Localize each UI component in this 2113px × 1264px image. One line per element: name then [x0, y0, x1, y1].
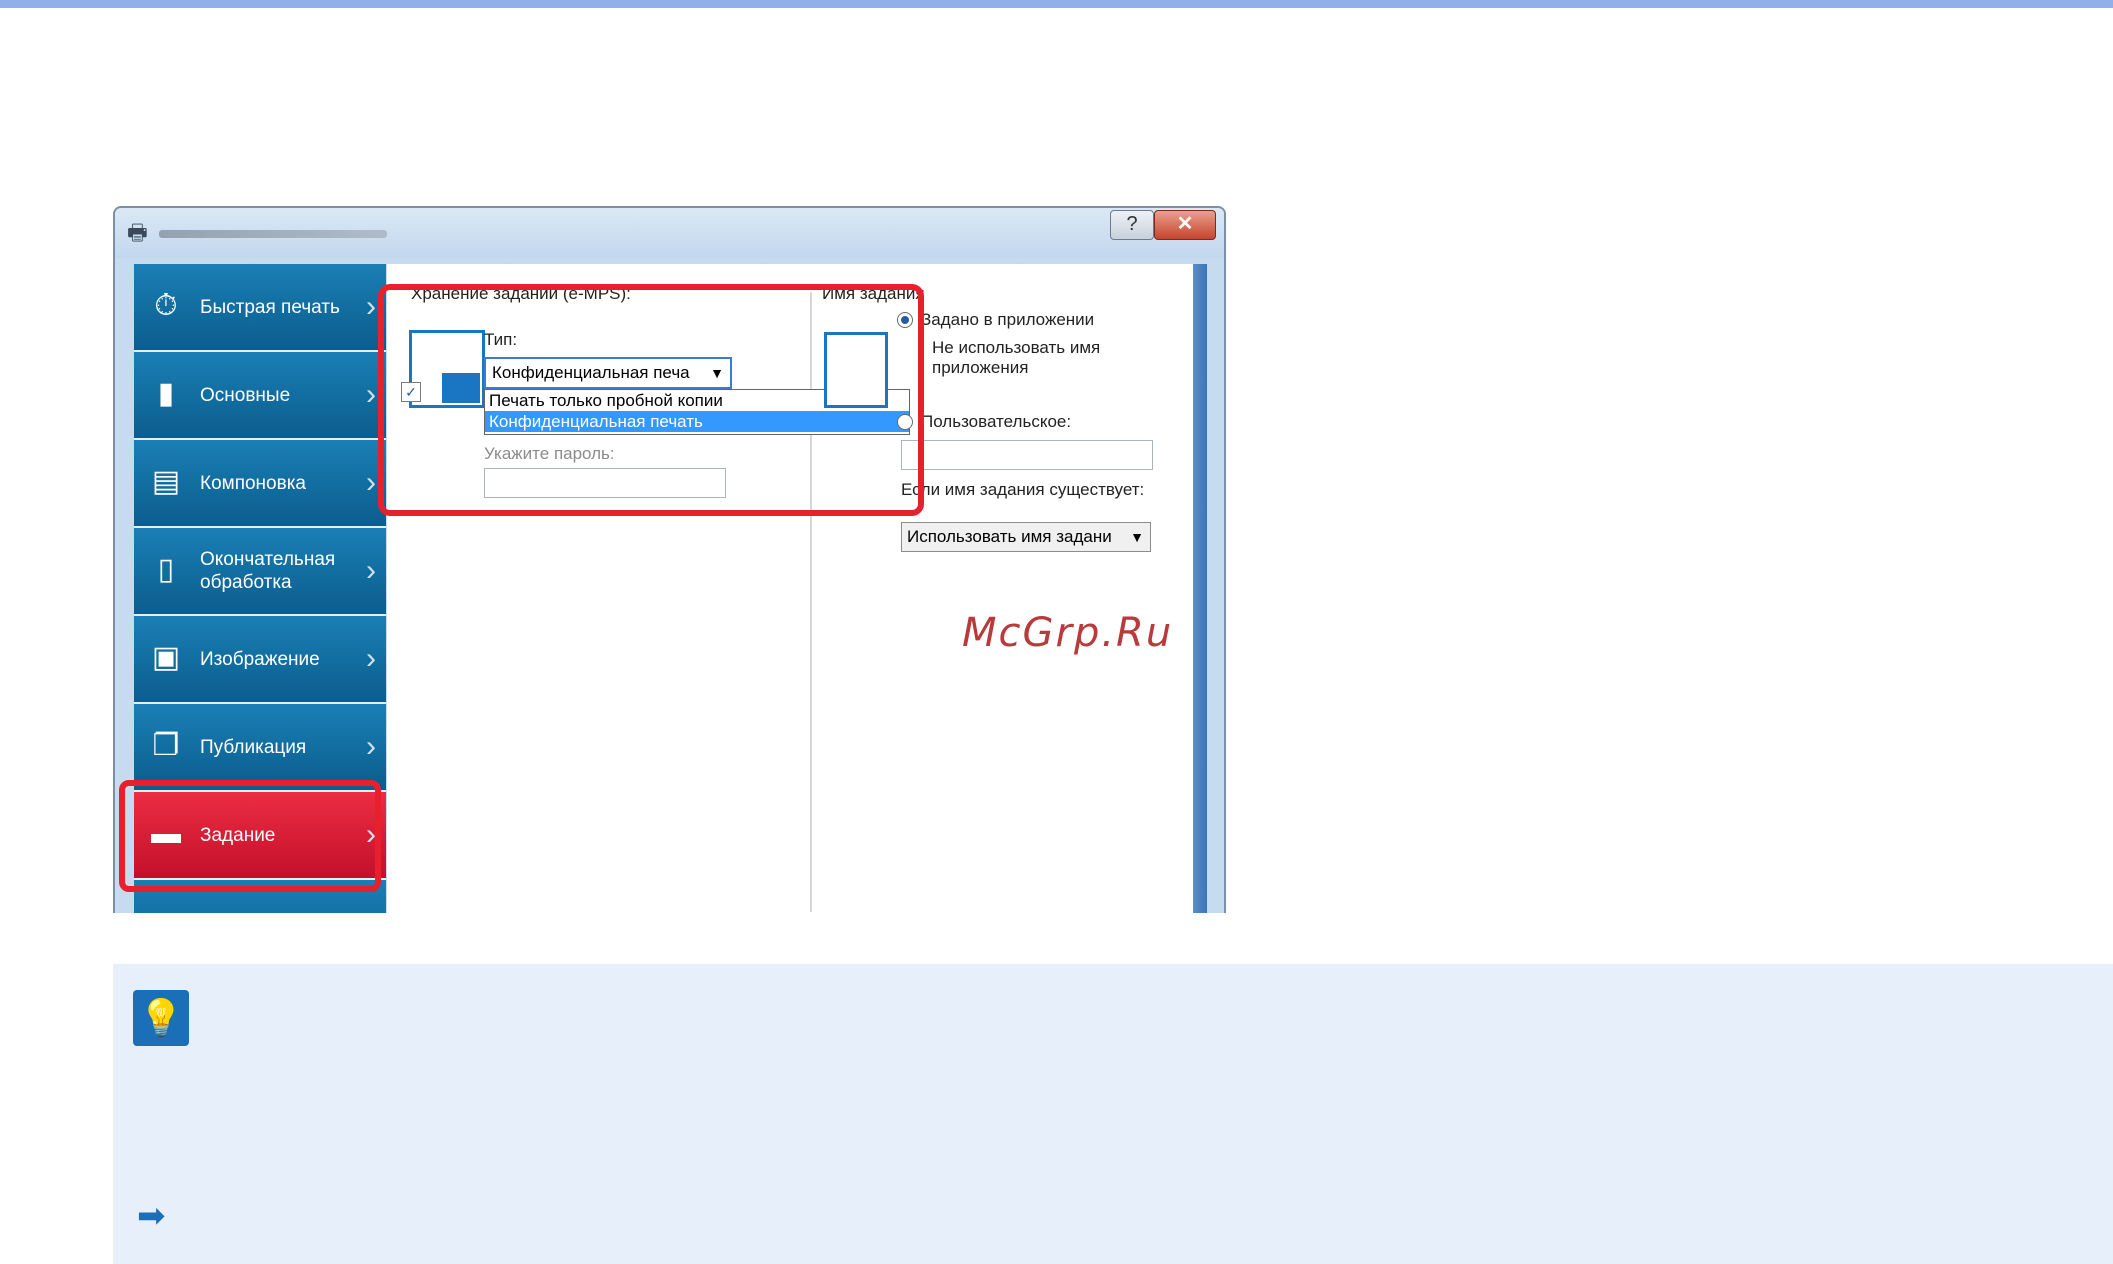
chevron-right-icon: ›: [366, 378, 376, 411]
window-titlebar: 🖶 ? ✕: [115, 208, 1224, 258]
custom-name-input[interactable]: [901, 440, 1153, 470]
radio-custom-name-label: Пользовательское:: [921, 412, 1072, 431]
top-accent-bar: [0, 0, 2113, 8]
sidebar-item-image[interactable]: ▣ Изображение ›: [134, 616, 386, 704]
sidebar-item-finishing[interactable]: ▯ Окончательная обработка ›: [134, 528, 386, 616]
chevron-down-icon: ▼: [1130, 529, 1144, 545]
chevron-right-icon: ›: [366, 554, 376, 587]
no-app-name-label: Не использовать имя приложения: [932, 338, 1101, 377]
printer-icon: 🖶: [127, 220, 148, 245]
image-icon: ▣: [151, 641, 181, 674]
sidebar-item-layout[interactable]: ▤ Компоновка ›: [134, 440, 386, 528]
name-exists-select[interactable]: Использовать имя задани ▼: [901, 522, 1151, 552]
sidebar-item-label: Публикация: [200, 736, 307, 758]
chevron-right-icon: ›: [366, 642, 376, 675]
watermark: McGrp.Ru: [962, 610, 1174, 656]
window-title: [159, 230, 387, 238]
radio-app-name-label: Задано в приложении: [921, 310, 1095, 329]
stopwatch-icon: ⏱: [154, 289, 178, 322]
note-box: [113, 964, 2113, 1264]
chevron-right-icon: ›: [366, 290, 376, 323]
sidebar-item-basic[interactable]: ▮ Основные ›: [134, 352, 386, 440]
close-button[interactable]: ✕: [1154, 210, 1216, 240]
sidebar-item-label: Окончательная обработка: [200, 549, 336, 593]
help-button[interactable]: ?: [1110, 210, 1154, 240]
publishing-icon: ❐: [152, 729, 180, 762]
sidebar-item-label: Изображение: [200, 648, 320, 670]
highlight-job-tab: [119, 780, 381, 892]
window-border-right: [1193, 264, 1207, 913]
chevron-right-icon: ›: [366, 730, 376, 763]
name-exists-value: Использовать имя задани: [907, 527, 1112, 546]
arrow-right-icon: ➡: [137, 1197, 166, 1235]
name-exists-label: Если имя задания существует:: [901, 480, 1145, 499]
sidebar-item-quick-print[interactable]: ⏱ Быстрая печать ›: [134, 264, 386, 352]
sidebar-item-publishing[interactable]: ❐ Публикация ›: [134, 704, 386, 792]
page-icon: ▮: [157, 377, 175, 410]
lightbulb-icon: 💡: [133, 990, 189, 1046]
finishing-icon: ▯: [157, 553, 175, 586]
sidebar-item-label: Быстрая печать: [200, 296, 340, 318]
layout-icon: ▤: [151, 465, 181, 498]
sidebar-item-label: Компоновка: [200, 472, 307, 494]
highlight-job-storage: [378, 284, 924, 516]
sidebar-item-label: Основные: [200, 384, 291, 406]
chevron-right-icon: ›: [366, 466, 376, 499]
